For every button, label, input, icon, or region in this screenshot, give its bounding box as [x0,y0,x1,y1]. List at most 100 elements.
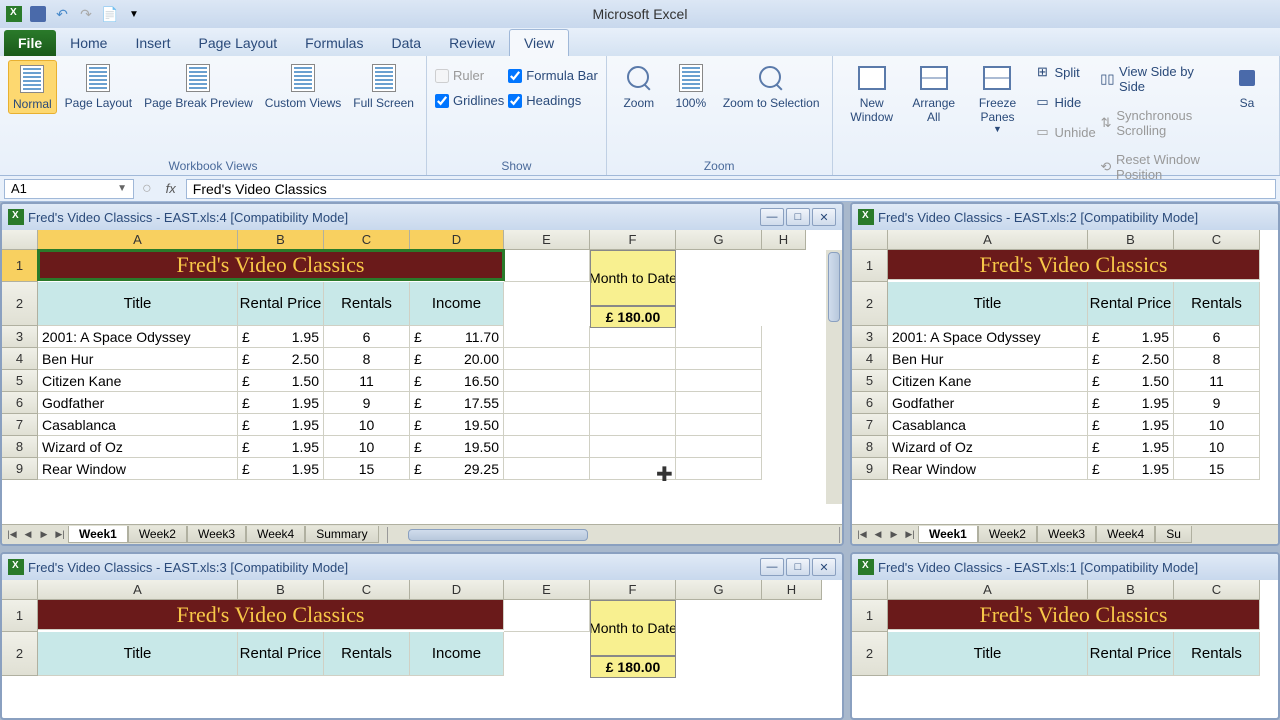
row-header[interactable]: 4 [852,348,888,370]
cell-income[interactable]: £20.00 [410,348,504,370]
cell[interactable] [676,326,762,348]
cell-price[interactable]: £1.95 [1088,392,1174,414]
tab-view[interactable]: View [509,29,569,56]
cell-price[interactable]: £2.50 [238,348,324,370]
header-income[interactable]: Income [410,282,504,326]
sheet-tab-summary[interactable]: Summary [305,526,378,543]
tab-nav-prev[interactable]: ◀ [20,527,36,543]
col-header-a[interactable]: A [888,230,1088,250]
new-icon[interactable]: 📄 [100,4,120,24]
col-header-d[interactable]: D [410,580,504,600]
month-label-cell[interactable]: Month to Date [590,600,676,656]
cell-rentals[interactable]: 11 [324,370,410,392]
cell-rentals[interactable]: 10 [324,414,410,436]
sheet-grid[interactable]: A B C 1 Fred's Video Classics 2 Title Re… [852,230,1278,524]
fx-icon[interactable]: fx [160,181,182,196]
save-workspace-button[interactable]: Sa [1223,60,1271,112]
zoom-button[interactable]: Zoom [615,60,663,112]
new-window-button[interactable]: New Window [841,60,903,126]
sheet-tab-week1[interactable]: Week1 [918,526,978,543]
zoom-100-button[interactable]: 100% [667,60,715,112]
cell-rentals[interactable]: 11 [1174,370,1260,392]
window-title-bar[interactable]: Fred's Video Classics - EAST.xls:4 [Comp… [2,204,842,230]
tab-data[interactable]: Data [377,30,435,56]
cell-price[interactable]: £2.50 [1088,348,1174,370]
sheet-tab-week3[interactable]: Week3 [187,526,246,543]
cell-rentals[interactable]: 9 [324,392,410,414]
cell[interactable] [590,326,676,348]
cell-income[interactable]: £19.50 [410,436,504,458]
sheet-tab-week4[interactable]: Week4 [1096,526,1155,543]
row-header[interactable]: 8 [852,436,888,458]
cell-title[interactable]: Wizard of Oz [38,436,238,458]
cell-income[interactable]: £19.50 [410,414,504,436]
window-title-bar[interactable]: Fred's Video Classics - EAST.xls:1 [Comp… [852,554,1278,580]
cell-title[interactable]: Citizen Kane [38,370,238,392]
cell[interactable] [676,414,762,436]
cell[interactable] [590,370,676,392]
cell[interactable] [504,600,590,632]
row-header-2[interactable]: 2 [2,282,38,326]
month-label-cell[interactable]: Month to Date [590,250,676,306]
row-header[interactable]: 3 [2,326,38,348]
header-rentals[interactable]: Rentals [1174,632,1260,676]
save-icon[interactable] [28,4,48,24]
header-rentals[interactable]: Rentals [1174,282,1260,326]
cell-title[interactable]: Citizen Kane [888,370,1088,392]
col-header-c[interactable]: C [1174,230,1260,250]
cell-title[interactable]: 2001: A Space Odyssey [888,326,1088,348]
cell[interactable] [504,250,590,282]
cell-title[interactable]: Godfather [38,392,238,414]
name-box[interactable]: A1 ▼ [4,179,134,199]
tab-home[interactable]: Home [56,30,121,56]
month-value-cell[interactable]: £ 180.00 [590,306,676,328]
row-header-2[interactable]: 2 [2,632,38,676]
col-header-e[interactable]: E [504,230,590,250]
header-title[interactable]: Title [38,632,238,676]
header-price[interactable]: Rental Price [238,632,324,676]
title-cell[interactable]: Fred's Video Classics [888,600,1260,630]
normal-button[interactable]: Normal [8,60,57,114]
excel-icon[interactable] [4,4,24,24]
cell-title[interactable]: Godfather [888,392,1088,414]
sheet-tab-week1[interactable]: Week1 [68,526,128,543]
cell[interactable] [676,370,762,392]
close-button[interactable]: ✕ [812,208,836,226]
chevron-down-icon[interactable]: ▼ [117,183,127,194]
page-break-button[interactable]: Page Break Preview [140,60,257,112]
cell-rentals[interactable]: 8 [1174,348,1260,370]
redo-icon[interactable]: ↷ [76,4,96,24]
tab-nav-last[interactable]: ▶| [52,527,68,543]
row-header-1[interactable]: 1 [2,600,38,632]
close-button[interactable]: ✕ [812,558,836,576]
sheet-tab-su[interactable]: Su [1155,526,1192,543]
cell[interactable] [504,458,590,480]
col-header-c[interactable]: C [1174,580,1260,600]
header-rentals[interactable]: Rentals [324,282,410,326]
col-header-g[interactable]: G [676,580,762,600]
cell[interactable] [590,414,676,436]
cell[interactable] [676,348,762,370]
col-header-b[interactable]: B [1088,580,1174,600]
col-header-g[interactable]: G [676,230,762,250]
cell[interactable] [590,436,676,458]
cell[interactable] [676,392,762,414]
row-header-2[interactable]: 2 [852,632,888,676]
header-price[interactable]: Rental Price [1088,282,1174,326]
cell-title[interactable]: Casablanca [888,414,1088,436]
sheet-grid[interactable]: A B C D E F G H 1 Fred's Video Classics … [2,580,842,718]
tab-file[interactable]: File [4,30,56,56]
row-header-1[interactable]: 1 [2,250,38,282]
minimize-button[interactable]: — [760,208,784,226]
full-screen-button[interactable]: Full Screen [349,60,418,112]
cell[interactable] [504,436,590,458]
tab-nav-next[interactable]: ▶ [36,527,52,543]
tab-nav-prev[interactable]: ◀ [870,527,886,543]
title-cell[interactable]: Fred's Video Classics [888,250,1260,280]
arrange-all-button[interactable]: Arrange All [907,60,961,126]
vertical-scrollbar[interactable] [826,250,842,504]
row-header[interactable]: 9 [852,458,888,480]
tab-nav-next[interactable]: ▶ [886,527,902,543]
title-cell[interactable]: Fred's Video Classics [38,250,504,280]
cell-income[interactable]: £29.25 [410,458,504,480]
